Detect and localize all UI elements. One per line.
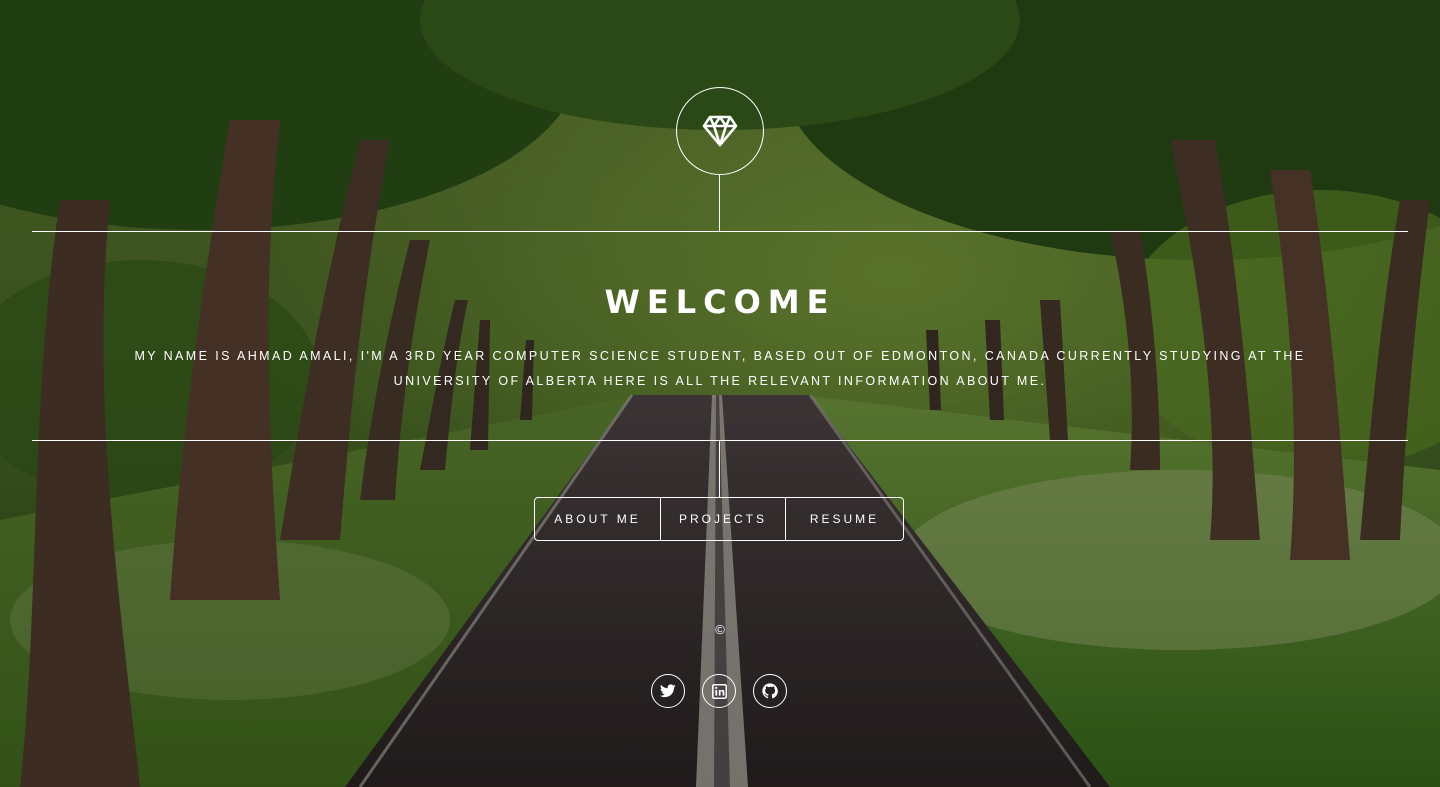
bottom-connector-line — [719, 441, 720, 497]
nav-resume[interactable]: RESUME — [785, 498, 903, 540]
diamond-icon — [702, 115, 738, 147]
bottom-divider — [32, 440, 1408, 441]
nav-projects[interactable]: PROJECTS — [660, 498, 785, 540]
page-wrapper: WELCOME MY NAME IS AHMAD AMALI, I'M A 3R… — [0, 0, 1440, 787]
main-nav: ABOUT ME PROJECTS RESUME — [534, 497, 904, 541]
github-icon — [762, 683, 778, 699]
top-connector-line — [719, 174, 720, 231]
twitter-icon — [660, 684, 676, 698]
linkedin-icon — [711, 683, 727, 699]
nav-about-me[interactable]: ABOUT ME — [535, 498, 660, 540]
github-link[interactable] — [753, 674, 787, 708]
linkedin-link[interactable] — [702, 674, 736, 708]
logo — [676, 87, 764, 175]
copyright-text: © — [715, 622, 725, 637]
top-divider — [32, 231, 1408, 232]
twitter-link[interactable] — [651, 674, 685, 708]
page-title: WELCOME — [604, 283, 836, 321]
intro-text: MY NAME IS AHMAD AMALI, I'M A 3RD YEAR C… — [134, 349, 1306, 388]
